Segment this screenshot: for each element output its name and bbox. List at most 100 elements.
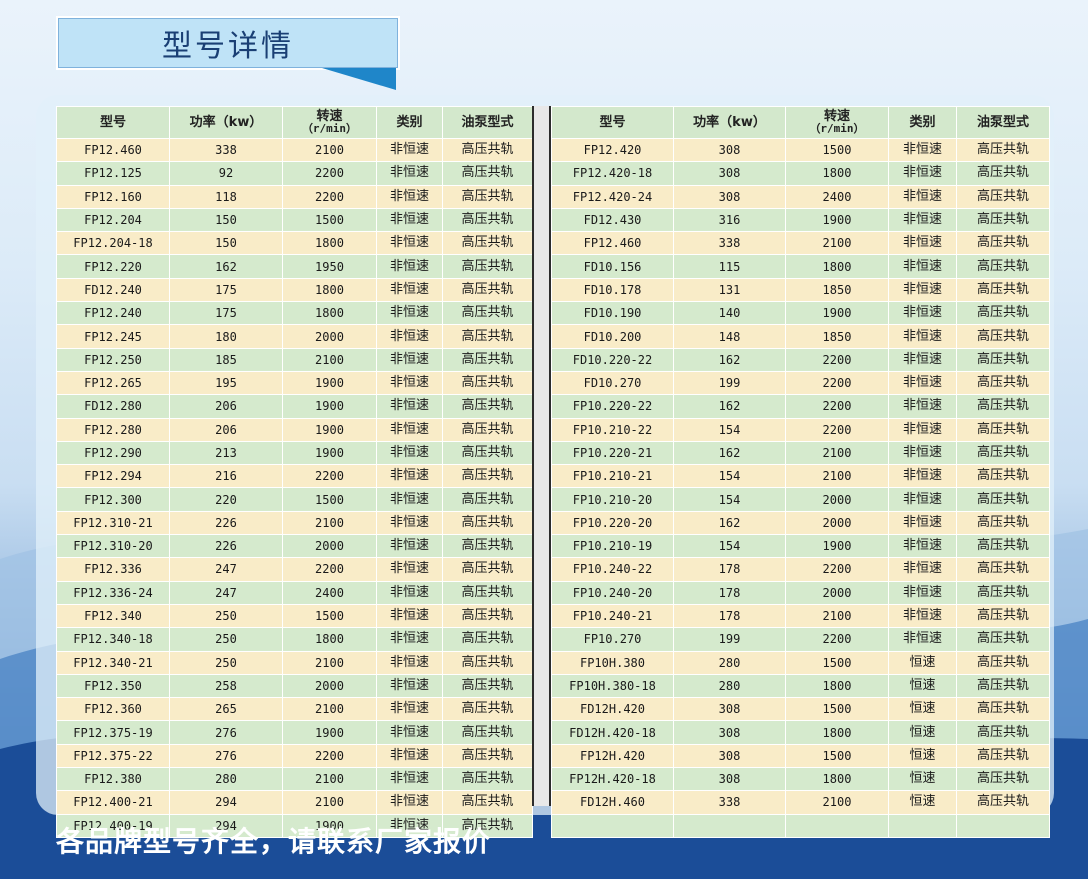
cell-model: FP12.310-20 (56, 534, 170, 559)
cell-model: FP12.420-18 (551, 161, 674, 186)
cell-type: 非恒速 (376, 440, 443, 466)
cell-speed: 1900 (785, 301, 889, 326)
cell-pump: 高压共轨 (442, 184, 533, 209)
table-row: FP12.204-18 150 1800 非恒速 高压共轨 (56, 231, 533, 256)
cell-type: 非恒速 (376, 603, 443, 629)
cell-type: 非恒速 (888, 464, 957, 489)
cell-model: FP12.350 (56, 673, 170, 699)
cell-power: 154 (673, 487, 786, 512)
cell-power: 206 (169, 394, 283, 419)
cell-type: 非恒速 (376, 347, 443, 372)
cell-model: FP10.210-21 (551, 464, 674, 489)
cell-model: FP12.460 (56, 137, 170, 163)
table-row: FD12.430 316 1900 非恒速 高压共轨 (551, 207, 1050, 233)
cell-speed: 2000 (785, 580, 889, 605)
cell-speed: 1900 (785, 534, 889, 559)
cell-pump: 高压共轨 (442, 580, 533, 605)
table-row: FD12H.420-18 308 1800 恒速 高压共轨 (551, 720, 1050, 745)
table-row: FP12.265 195 1900 非恒速 高压共轨 (56, 370, 533, 396)
cell-speed: 2200 (282, 464, 377, 489)
cell-power: 118 (169, 184, 283, 209)
cell-power: 250 (169, 603, 283, 629)
cell-type: 非恒速 (376, 161, 443, 186)
table-row: FP12.240 175 1800 非恒速 高压共轨 (56, 301, 533, 326)
cell-model: FP12.380 (56, 767, 170, 792)
cell-speed: 2000 (282, 673, 377, 699)
cell-speed: 2200 (282, 557, 377, 582)
cell-power: 162 (169, 254, 283, 279)
cell-type: 恒速 (888, 650, 957, 675)
table-row: FP12.375-19 276 1900 非恒速 高压共轨 (56, 720, 533, 745)
cell-pump: 高压共轨 (956, 440, 1050, 466)
cell-pump: 高压共轨 (956, 767, 1050, 792)
cell-speed: 1500 (785, 650, 889, 675)
table-row: FP12.204 150 1500 非恒速 高压共轨 (56, 207, 533, 233)
cell-speed: 2200 (785, 347, 889, 372)
cell-pump: 高压共轨 (442, 767, 533, 792)
cell-pump: 高压共轨 (956, 743, 1050, 769)
cell-power: 150 (169, 231, 283, 256)
cell-pump: 高压共轨 (956, 650, 1050, 675)
cell-power: 280 (673, 650, 786, 675)
cell-pump (956, 813, 1050, 838)
title-box: 型号详情 (56, 16, 400, 70)
cell-pump: 高压共轨 (442, 324, 533, 349)
table-row: FP12.125 92 2200 非恒速 高压共轨 (56, 161, 533, 186)
cell-pump: 高压共轨 (956, 417, 1050, 442)
cell-type: 非恒速 (376, 394, 443, 419)
cell-type: 非恒速 (376, 417, 443, 442)
cell-pump: 高压共轨 (956, 394, 1050, 419)
cell-power: 150 (169, 207, 283, 233)
cell-speed: 2100 (282, 347, 377, 372)
cell-speed: 2100 (785, 603, 889, 629)
cell-power: 280 (169, 767, 283, 792)
cell-model: FP10.210-19 (551, 534, 674, 559)
table-row: FP12.420 308 1500 非恒速 高压共轨 (551, 137, 1050, 163)
cell-speed: 2100 (282, 790, 377, 815)
cell-type: 非恒速 (376, 487, 443, 512)
cell-power: 308 (673, 161, 786, 186)
cell-pump: 高压共轨 (956, 184, 1050, 209)
cell-type: 非恒速 (376, 254, 443, 279)
cell-power: 308 (673, 697, 786, 722)
cell-speed: 1800 (282, 301, 377, 326)
cell-model: FP12.336 (56, 557, 170, 582)
cell-speed (785, 813, 889, 838)
cell-model: FD12.240 (56, 277, 170, 303)
table-row: FP12.245 180 2000 非恒速 高压共轨 (56, 324, 533, 349)
cell-type: 非恒速 (376, 370, 443, 396)
cell-power: 308 (673, 137, 786, 163)
cell-type: 非恒速 (376, 697, 443, 722)
cell-pump: 高压共轨 (956, 370, 1050, 396)
left-spec-table: 型号 功率（kw） 转速 （r/min） 类别 油泵型式 FP12.460 338 2… (56, 106, 533, 838)
cell-speed: 2400 (785, 184, 889, 209)
cell-model: FP12.360 (56, 697, 170, 722)
cell-type: 非恒速 (376, 184, 443, 209)
cell-speed: 1500 (282, 487, 377, 512)
cell-speed: 1500 (785, 697, 889, 722)
table-row: FP12.310-20 226 2000 非恒速 高压共轨 (56, 534, 533, 559)
cell-pump: 高压共轨 (956, 324, 1050, 349)
cell-speed: 1900 (282, 440, 377, 466)
table-row: FP12.380 280 2100 非恒速 高压共轨 (56, 767, 533, 792)
cell-power: 258 (169, 673, 283, 699)
cell-pump: 高压共轨 (442, 743, 533, 769)
cell-speed: 2100 (282, 510, 377, 536)
cell-pump: 高压共轨 (442, 207, 533, 233)
cell-type: 非恒速 (376, 673, 443, 699)
cell-power: 265 (169, 697, 283, 722)
cell-type: 非恒速 (888, 324, 957, 349)
cell-model: FP12.160 (56, 184, 170, 209)
cell-type (888, 813, 957, 838)
cell-pump: 高压共轨 (956, 231, 1050, 256)
cell-speed: 1500 (785, 137, 889, 163)
cell-type: 非恒速 (376, 207, 443, 233)
cell-model: FP12.420 (551, 137, 674, 163)
page-title: 型号详情 (162, 29, 294, 64)
cell-power: 276 (169, 720, 283, 745)
cell-speed: 1800 (282, 627, 377, 652)
cell-speed: 2200 (785, 417, 889, 442)
cell-model: FP12H.420-18 (551, 767, 674, 792)
cell-speed: 1500 (282, 603, 377, 629)
table-row: FP10.210-21 154 2100 非恒速 高压共轨 (551, 464, 1050, 489)
